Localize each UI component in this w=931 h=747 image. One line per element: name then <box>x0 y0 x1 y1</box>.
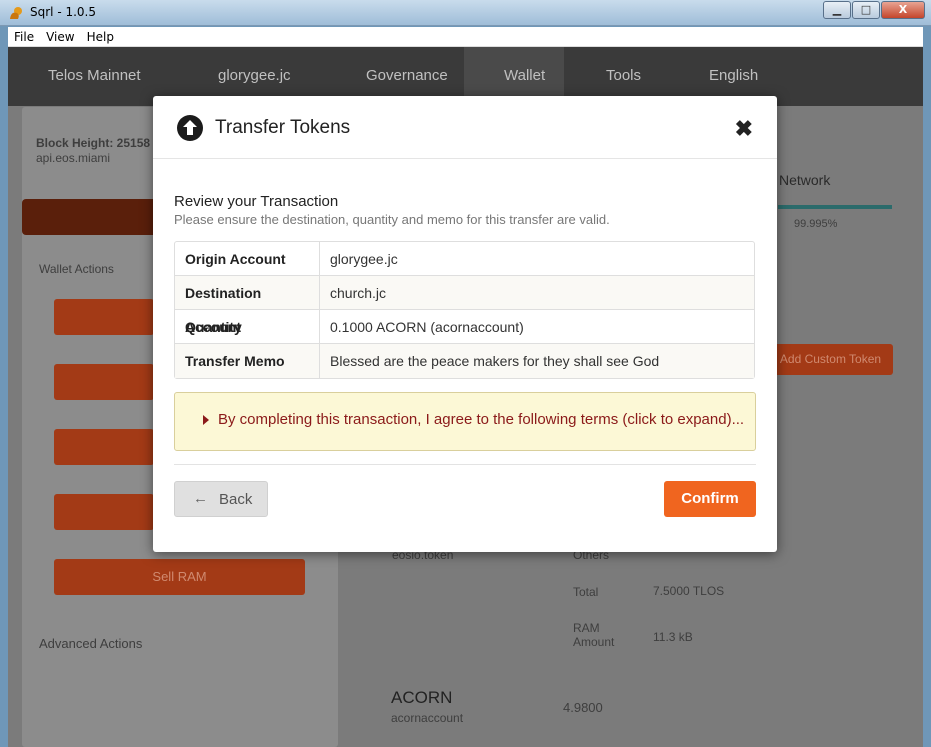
nav-governance[interactable]: Governance <box>366 67 448 84</box>
back-label: Back <box>219 491 253 508</box>
update-button[interactable] <box>54 299 154 335</box>
send-button[interactable] <box>54 364 154 400</box>
maximize-icon: □ <box>860 3 872 16</box>
network-bar <box>778 205 892 209</box>
nav-network[interactable]: Telos Mainnet <box>48 67 141 84</box>
divider <box>174 464 756 465</box>
row-label: Origin Account <box>175 242 320 275</box>
total-value: 7.5000 TLOS <box>653 584 725 598</box>
network-percent: 99.995% <box>794 218 838 230</box>
table-row: Destination Account church.jc <box>175 276 754 335</box>
menu-view[interactable]: View <box>46 30 74 44</box>
add-custom-token-button[interactable]: Add Custom Token <box>768 344 893 375</box>
row-value: glorygee.jc <box>330 251 398 267</box>
block-height: Block Height: 25158 <box>36 136 151 150</box>
terms-text: By completing this transaction, I agree … <box>218 411 745 428</box>
ram-amount-value: 11.3 kB <box>653 630 693 644</box>
row-value: Blessed are the peace makers for they sh… <box>330 353 660 369</box>
review-subtitle: Please ensure the destination, quantity … <box>174 212 610 227</box>
minimize-icon: ▁ <box>832 3 842 16</box>
transaction-table: Origin Account glorygee.jc Destination A… <box>174 241 755 379</box>
close-window-button[interactable]: X <box>881 1 925 19</box>
window-controls: ▁ □ X <box>822 1 925 19</box>
modal-title: Transfer Tokens <box>215 117 351 138</box>
row-value: 0.1000 ACORN (acornaccount) <box>330 319 524 335</box>
row-label: Transfer Memo <box>175 344 320 378</box>
acorn-token-name: ACORN <box>391 688 453 707</box>
table-row: Transfer Memo Blessed are the peace make… <box>175 344 754 378</box>
window-titlebar: Sqrl - 1.0.5 ▁ □ X <box>0 0 931 26</box>
nav-tools[interactable]: Tools <box>606 67 641 84</box>
transfer-tokens-modal: Transfer Tokens ✖ Review your Transactio… <box>153 96 777 552</box>
minimize-button[interactable]: ▁ <box>823 1 851 19</box>
terms-accordion[interactable]: By completing this transaction, I agree … <box>174 392 756 451</box>
close-icon: X <box>898 3 908 16</box>
modal-close-icon[interactable]: ✖ <box>735 116 753 142</box>
arrow-up-circle-icon <box>177 115 203 141</box>
buy-ram-button[interactable] <box>54 494 154 530</box>
api-endpoint: api.eos.miami <box>36 151 111 165</box>
arrow-left-icon: ← <box>193 490 208 507</box>
review-title: Review your Transaction <box>174 193 339 210</box>
wallet-actions-heading: Wallet Actions <box>39 262 114 276</box>
acorn-account: acornaccount <box>391 711 464 725</box>
unlock-wallet-button[interactable] <box>22 199 162 235</box>
ram-amount-label: RAM Amount <box>573 621 615 649</box>
table-row: Quantity 0.1000 ACORN (acornaccount) <box>175 310 754 344</box>
advanced-actions[interactable]: Advanced Actions <box>39 636 142 651</box>
window-title: Sqrl - 1.0.5 <box>30 5 96 19</box>
total-label: Total <box>573 585 599 599</box>
maximize-button[interactable]: □ <box>852 1 880 19</box>
confirm-button[interactable]: Confirm <box>664 481 756 517</box>
sell-ram-button[interactable]: Sell RAM <box>54 559 305 595</box>
menu-help[interactable]: Help <box>87 30 114 44</box>
nav-wallet[interactable]: Wallet <box>504 67 545 84</box>
modal-header: Transfer Tokens ✖ <box>153 96 777 159</box>
caret-right-icon <box>203 415 209 425</box>
menu-bar: File View Help <box>8 27 923 47</box>
row-value: church.jc <box>330 285 387 301</box>
nav-account[interactable]: glorygee.jc <box>218 67 291 84</box>
receive-button[interactable] <box>54 429 154 465</box>
row-label: Destination Account <box>175 276 320 335</box>
network-label: Network <box>779 172 831 188</box>
table-row: Origin Account glorygee.jc <box>175 242 754 276</box>
squirrel-icon <box>10 7 22 19</box>
acorn-balance: 4.9800 <box>563 700 603 715</box>
back-button[interactable]: ← Back <box>174 481 268 517</box>
nav-language[interactable]: English <box>709 67 758 84</box>
menu-file[interactable]: File <box>14 30 34 44</box>
row-label: Quantity <box>175 310 320 343</box>
